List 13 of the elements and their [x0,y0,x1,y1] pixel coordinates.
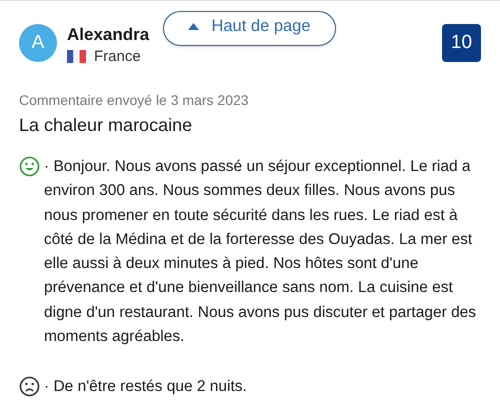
flag-icon [67,50,86,63]
reviewer-name: Alexandra [67,25,150,45]
smiley-icon [19,156,40,177]
review-date: Commentaire envoyé le 3 mars 2023 [19,92,250,108]
sad-face-icon [19,376,40,398]
back-to-top-button[interactable]: Haut de page [163,11,336,46]
country: France [94,48,141,65]
score-badge: 10 [442,24,481,62]
comment-text: · Bonjour. Nous avons passé un séjour exceptionnel. Le riad a environ 300 ans. Nous sommes deux filles. Nous avons pus nous promener en toute sécurité dans les rues. Le riad est à côté de la Médina et de la forteresse des Ouyadas. La mer est elle aussi à deux minutes à pied. Nos hôtes sont d'une prévenance et d'une bienveillance sans nom. La cuisine est digne d'un restaurant. Nous avons pus discuter et partager des moments agréables. [44,157,478,348]
caret-icon [188,23,200,30]
comment-text: · De n'être restés que 2 nuits. [44,377,248,398]
review-title: La chaleur marocaine [19,115,194,136]
avatar: A [19,24,57,62]
